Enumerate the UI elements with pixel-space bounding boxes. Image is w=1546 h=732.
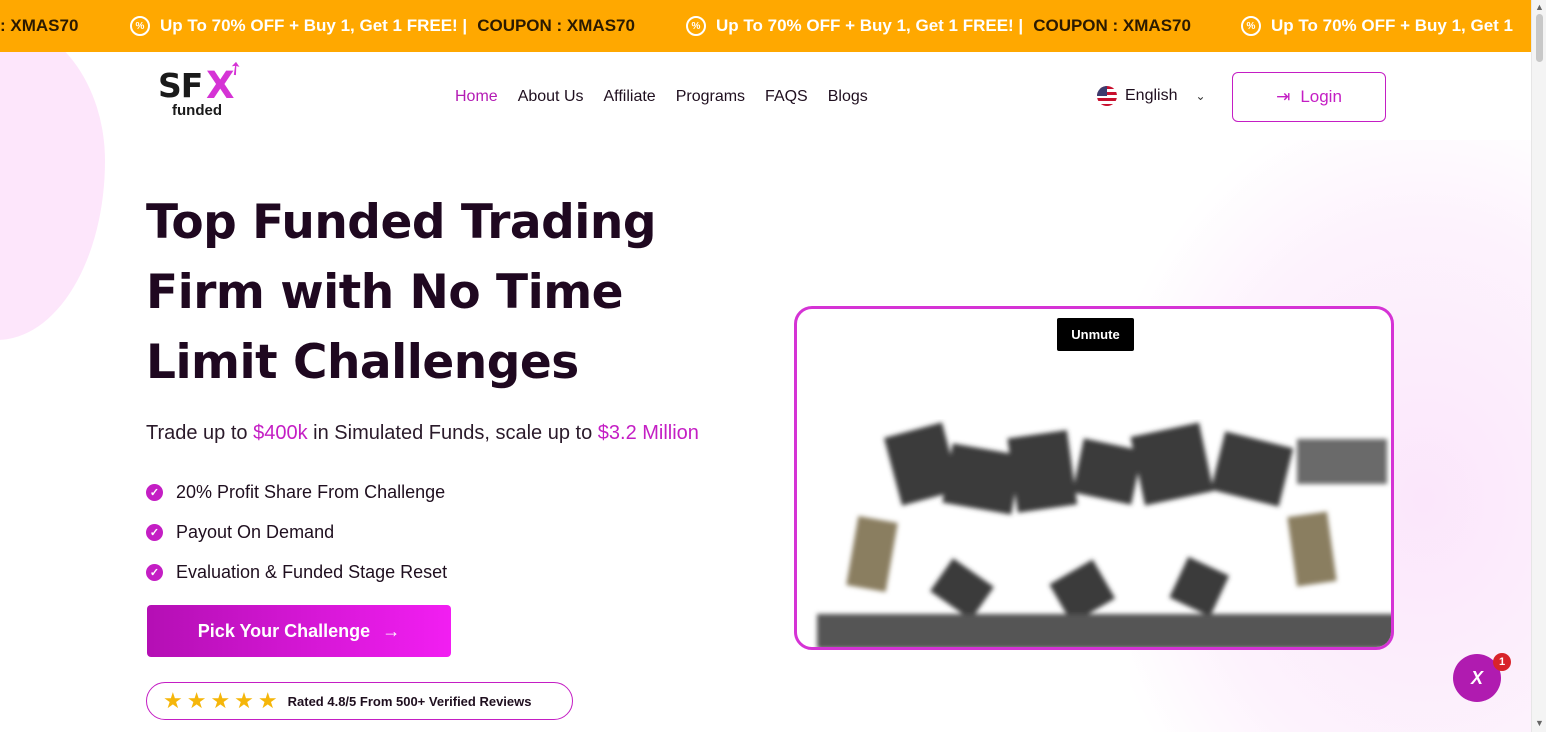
- check-circle-icon: ✓: [146, 563, 163, 581]
- hero-sub-prefix: Trade up to: [146, 422, 254, 444]
- cta-label: Pick Your Challenge: [197, 620, 371, 641]
- chevron-down-icon: ⌄: [1195, 89, 1206, 103]
- us-flag-icon: [1097, 86, 1117, 106]
- rating-text: Rated 4.8/5 From 500+ Verified Reviews: [287, 693, 532, 709]
- main-nav: Home About Us Affiliate Programs FAQS Bl…: [455, 86, 888, 108]
- nav-home[interactable]: Home: [455, 86, 498, 108]
- sfx-funded-logo[interactable]: SF X ➚ funded: [158, 56, 248, 120]
- login-label: Login: [1300, 87, 1342, 106]
- promo-coupon: COUPON : XMAS70: [1033, 16, 1191, 35]
- scrollbar-thumb[interactable]: [1536, 14, 1543, 62]
- feature-item: ✓ 20% Profit Share From Challenge: [146, 472, 447, 512]
- vertical-scrollbar[interactable]: ▲ ▼: [1531, 0, 1546, 732]
- language-selector[interactable]: English ⌄: [1097, 86, 1206, 106]
- promo-video[interactable]: Unmute: [794, 306, 1394, 650]
- scroll-down-icon[interactable]: ▼: [1535, 718, 1544, 728]
- discount-badge-icon: %: [1241, 16, 1261, 36]
- nav-affiliate[interactable]: Affiliate: [604, 86, 656, 108]
- promo-text: Up To 70% OFF + Buy 1, Get 1 FREE! |: [160, 16, 468, 35]
- promo-text: Up To 70% OFF + Buy 1, Get 1 FREE! |: [716, 16, 1024, 35]
- hero-title: Top Funded Trading Firm with No Time Lim…: [146, 195, 656, 390]
- language-label: English: [1125, 87, 1178, 104]
- chat-logo-icon: X: [1470, 667, 1483, 688]
- hero-subtitle: Trade up to $400k in Simulated Funds, sc…: [146, 422, 699, 445]
- promo-fragment: : XMAS70: [0, 16, 79, 35]
- nav-blogs[interactable]: Blogs: [828, 86, 868, 108]
- feature-text: 20% Profit Share From Challenge: [176, 481, 446, 502]
- scroll-up-icon[interactable]: ▲: [1535, 2, 1544, 12]
- nav-faqs[interactable]: FAQS: [765, 86, 808, 108]
- feature-item: ✓ Payout On Demand: [146, 512, 447, 552]
- nav-about-us[interactable]: About Us: [518, 86, 584, 108]
- promo-coupon: COUPON : XMAS70: [477, 16, 635, 35]
- background-blob-left: [0, 20, 105, 340]
- feature-list: ✓ 20% Profit Share From Challenge ✓ Payo…: [146, 472, 447, 592]
- hero-sub-mid: in Simulated Funds, scale up to: [307, 422, 598, 444]
- discount-badge-icon: %: [130, 16, 150, 36]
- promo-item: % Up To 70% OFF + Buy 1, Get 1 FREE! | C…: [130, 0, 635, 52]
- hero-sub-amount-3-2m: $3.2 Million: [597, 422, 699, 444]
- arrow-right-icon: →: [382, 620, 401, 641]
- nav-programs[interactable]: Programs: [676, 86, 745, 108]
- rating-badge: ★★★★★ Rated 4.8/5 From 500+ Verified Rev…: [146, 682, 573, 720]
- logo-main: SF: [158, 66, 203, 105]
- check-circle-icon: ✓: [146, 523, 163, 541]
- page: : XMAS70 % Up To 70% OFF + Buy 1, Get 1 …: [0, 0, 1546, 732]
- hero-sub-amount-400k: $400k: [253, 422, 308, 444]
- unmute-button[interactable]: Unmute: [1057, 318, 1134, 351]
- login-arrow-icon: ⇥: [1276, 87, 1291, 106]
- logo-sub: funded: [172, 102, 222, 119]
- feature-text: Payout On Demand: [176, 521, 335, 542]
- check-circle-icon: ✓: [146, 483, 163, 501]
- money-rain-video-frame: [817, 422, 1391, 647]
- pick-your-challenge-button[interactable]: Pick Your Challenge →: [147, 605, 451, 657]
- promo-item: % Up To 70% OFF + Buy 1, Get 1 FREE! | C…: [686, 0, 1191, 52]
- discount-badge-icon: %: [686, 16, 706, 36]
- promo-text: Up To 70% OFF + Buy 1, Get 1: [1271, 16, 1513, 35]
- star-rating-icons: ★★★★★: [163, 688, 282, 713]
- feature-text: Evaluation & Funded Stage Reset: [176, 561, 448, 582]
- promo-banner[interactable]: : XMAS70 % Up To 70% OFF + Buy 1, Get 1 …: [0, 0, 1531, 52]
- feature-item: ✓ Evaluation & Funded Stage Reset: [146, 552, 447, 592]
- chat-notification-badge: 1: [1493, 653, 1511, 671]
- promo-item: % Up To 70% OFF + Buy 1, Get 1: [1241, 0, 1513, 52]
- login-button[interactable]: ⇥ Login: [1232, 72, 1386, 122]
